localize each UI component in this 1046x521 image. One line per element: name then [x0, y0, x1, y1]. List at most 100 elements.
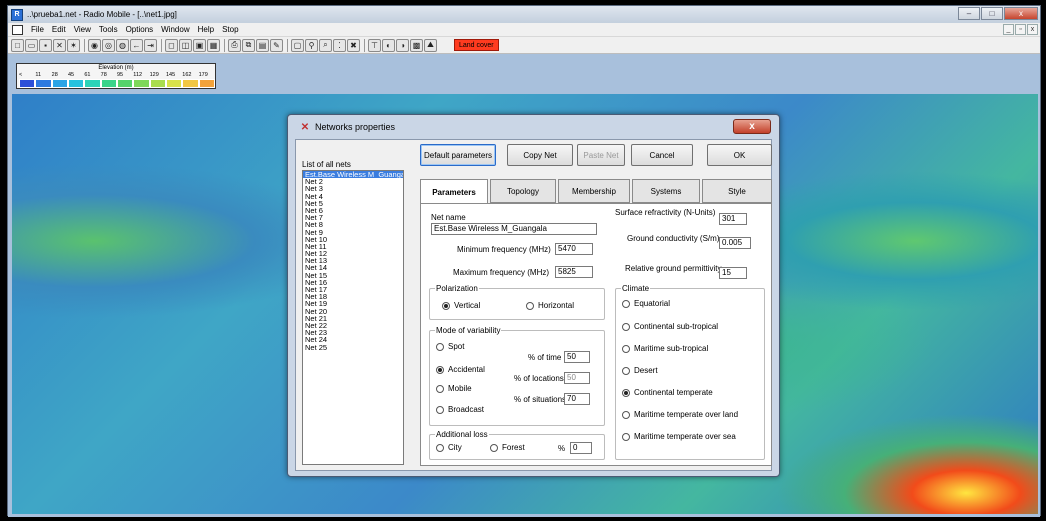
legend-swatch	[149, 79, 166, 88]
picture-save-icon[interactable]: ▣	[193, 38, 206, 52]
pct-time-label: % of time	[528, 353, 562, 362]
min-frequency-input[interactable]: 5470	[555, 243, 593, 255]
tab-style[interactable]: Style	[702, 179, 772, 203]
climate-equatorial-radio[interactable]: Equatorial	[622, 299, 670, 308]
climate-group: Climate Equatorial Continental sub-tropi…	[615, 284, 765, 460]
polarization-horizontal-label: Horizontal	[538, 301, 575, 310]
net-name-label: Net name	[431, 213, 466, 222]
ok-button[interactable]: OK	[707, 144, 772, 166]
radio-selected-icon	[442, 301, 450, 310]
menu-stop[interactable]: Stop	[218, 25, 242, 34]
climate-maritime-subtropical-radio[interactable]: Maritime sub-tropical	[622, 344, 708, 353]
variability-broadcast-radio[interactable]: Broadcast	[436, 405, 484, 414]
maximize-button[interactable]: □	[981, 7, 1003, 20]
loss-city-radio[interactable]: City	[436, 443, 462, 452]
legend-label: 179	[198, 72, 208, 78]
tab-topology[interactable]: Topology	[490, 179, 556, 203]
fit-icon[interactable]: ▢	[291, 38, 304, 52]
copy-net-button[interactable]: Copy Net	[507, 144, 573, 166]
end-icon[interactable]: ⇥	[144, 38, 157, 52]
dialog-close-button[interactable]: x	[733, 119, 771, 134]
back-icon[interactable]: ←	[130, 38, 143, 52]
draw-icon[interactable]: ✎	[270, 38, 283, 52]
toolbar-separator	[161, 38, 162, 52]
print-icon[interactable]: ⎙	[228, 38, 241, 52]
combined-coverage-icon[interactable]: ◍	[116, 38, 129, 52]
max-frequency-input[interactable]: 5825	[555, 266, 593, 278]
pct-locations-input[interactable]: 50	[564, 372, 590, 384]
variability-title: Mode of variability	[435, 326, 502, 335]
pct-situations-input[interactable]: 70	[564, 393, 590, 405]
grid-icon[interactable]: ⁚	[333, 38, 346, 52]
radio-icon	[622, 366, 630, 375]
climate-maritime-temperate-sea-radio[interactable]: Maritime temperate over sea	[622, 432, 736, 441]
mdi-close-button[interactable]: x	[1027, 24, 1038, 35]
polarization-vertical-radio[interactable]: Vertical	[442, 301, 480, 310]
mdi-restore-button[interactable]: ▫	[1015, 24, 1026, 35]
menu-view[interactable]: View	[70, 25, 95, 34]
default-parameters-button[interactable]: Default parameters	[420, 144, 496, 166]
landscape-icon[interactable]: ⛰	[424, 38, 437, 52]
close-window-button[interactable]: x	[1004, 7, 1038, 20]
net-list-item[interactable]: Net 25	[303, 343, 403, 351]
land-cover-button[interactable]: Land cover	[454, 39, 499, 51]
climate-desert-radio[interactable]: Desert	[622, 366, 658, 375]
ground-conductivity-input[interactable]: 0.005	[719, 237, 751, 249]
globe-icon[interactable]: ◐	[382, 38, 395, 52]
toolbar-separator	[287, 38, 288, 52]
minimize-button[interactable]: –	[958, 7, 980, 20]
polarization-group: Polarization Vertical Horizontal	[429, 284, 605, 320]
nets-list-label: List of all nets	[302, 160, 351, 169]
zoom-icon[interactable]: ⌕	[319, 38, 332, 52]
climate-continental-temperate-radio[interactable]: Continental temperate	[622, 388, 713, 397]
cross-icon[interactable]: ✖	[347, 38, 360, 52]
menu-options[interactable]: Options	[122, 25, 158, 34]
nets-list[interactable]: Est.Base Wireless M_Guangala Net 2 Net 3 Ne…	[302, 170, 404, 465]
menu-file[interactable]: File	[27, 25, 48, 34]
copy-icon[interactable]: ⧉	[242, 38, 255, 52]
measure-icon[interactable]: ⊤	[368, 38, 381, 52]
relative-permittivity-input[interactable]: 15	[719, 267, 747, 279]
pct-time-input[interactable]: 50	[564, 351, 590, 363]
tab-parameters[interactable]: Parameters	[420, 179, 488, 204]
find-icon[interactable]: ⚲	[305, 38, 318, 52]
radio-link-icon[interactable]: ◉	[88, 38, 101, 52]
tab-systems[interactable]: Systems	[632, 179, 700, 203]
merge-pictures-icon[interactable]: ◫	[179, 38, 192, 52]
picture-properties-icon[interactable]: ▦	[207, 38, 220, 52]
loss-pct-input[interactable]: 0	[570, 442, 592, 454]
earth-icon[interactable]: ◑	[396, 38, 409, 52]
variability-accidental-radio[interactable]: Accidental	[436, 365, 485, 374]
loss-forest-radio[interactable]: Forest	[490, 443, 525, 452]
menu-edit[interactable]: Edit	[48, 25, 70, 34]
paste-icon[interactable]: ▤	[256, 38, 269, 52]
climate-continental-subtropical-radio[interactable]: Continental sub-tropical	[622, 322, 718, 331]
variability-spot-radio[interactable]: Spot	[436, 342, 464, 351]
cancel-button[interactable]: Cancel	[631, 144, 693, 166]
window-title: ..\prueba1.net - Radio Mobile - [..\net1…	[27, 10, 177, 19]
polarization-horizontal-radio[interactable]: Horizontal	[526, 301, 574, 310]
new-icon[interactable]: □	[11, 38, 24, 52]
map-properties-icon[interactable]: ◻	[165, 38, 178, 52]
mdi-minimize-button[interactable]: _	[1003, 24, 1014, 35]
paste-net-button[interactable]: Paste Net	[577, 144, 625, 166]
open-icon[interactable]: ▭	[25, 38, 38, 52]
menu-help[interactable]: Help	[194, 25, 218, 34]
net-name-input[interactable]: Est.Base Wireless M_Guangala	[431, 223, 597, 235]
radio-icon	[436, 443, 444, 452]
radio-coverage-icon[interactable]: ◎	[102, 38, 115, 52]
climate-maritime-temperate-land-radio[interactable]: Maritime temperate over land	[622, 410, 738, 419]
menu-tools[interactable]: Tools	[95, 25, 122, 34]
document-icon[interactable]	[12, 24, 23, 35]
units-properties-icon[interactable]: ✶	[67, 38, 80, 52]
terrain-icon[interactable]: ▩	[410, 38, 423, 52]
tab-membership[interactable]: Membership	[558, 179, 630, 203]
climate-maritime-temperate-land-label: Maritime temperate over land	[634, 410, 739, 419]
variability-mobile-radio[interactable]: Mobile	[436, 384, 472, 393]
legend-swatch	[133, 79, 150, 88]
menu-window[interactable]: Window	[157, 25, 193, 34]
save-icon[interactable]: ▪	[39, 38, 52, 52]
network-properties-icon[interactable]: ✕	[53, 38, 66, 52]
pct-locations-label: % of locations	[514, 374, 564, 383]
surface-refractivity-input[interactable]: 301	[719, 213, 747, 225]
